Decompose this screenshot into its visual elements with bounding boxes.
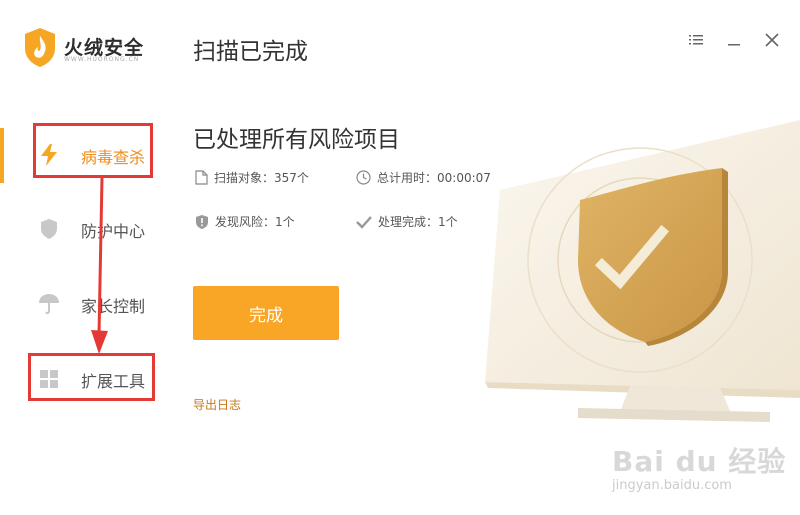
stat-risks-found-text: 发现风险：1个 [215, 215, 295, 229]
flame-shield-logo-icon [25, 28, 55, 67]
checkmark-icon [356, 215, 372, 229]
warning-shield-icon [196, 214, 208, 229]
annotation-box-extension-tools [28, 353, 155, 401]
stat-handled-text: 处理完成：1个 [378, 215, 458, 229]
shield-icon [36, 216, 62, 242]
logo-subtitle: WWW.HUORONG.CN [64, 56, 140, 63]
minimize-icon [728, 44, 740, 46]
annotation-arrow-icon [91, 177, 108, 354]
sidebar-item-protection-center[interactable]: 防护中心 [0, 202, 170, 256]
umbrella-icon [36, 291, 62, 317]
page-title: 扫描已完成 [193, 39, 308, 65]
stat-risks-found: 发现风险：1个 [195, 213, 295, 230]
annotation-box-virus-scan [33, 123, 153, 178]
done-button[interactable]: 完成 [193, 286, 339, 340]
logo [22, 26, 58, 68]
close-icon [765, 33, 779, 47]
watermark-url: jingyan.baidu.com [612, 478, 732, 493]
monitor-shield-illustration-icon [485, 120, 800, 422]
stat-scan-objects: 扫描对象：357个 [195, 169, 309, 186]
result-headline: 已处理所有风险项目 [193, 127, 400, 153]
sidebar-item-parental-control[interactable]: 家长控制 [0, 277, 170, 331]
stat-handled: 处理完成：1个 [356, 213, 458, 230]
document-icon [195, 170, 208, 185]
close-button[interactable] [762, 30, 782, 50]
stat-scan-objects-text: 扫描对象：357个 [214, 171, 309, 185]
clock-icon [356, 170, 371, 185]
export-log-link[interactable]: 导出日志 [193, 396, 241, 413]
minimize-button[interactable] [724, 30, 744, 50]
menu-icon [689, 35, 703, 45]
menu-button[interactable] [686, 30, 706, 50]
watermark-logo: Bai du 经验 [612, 445, 787, 478]
